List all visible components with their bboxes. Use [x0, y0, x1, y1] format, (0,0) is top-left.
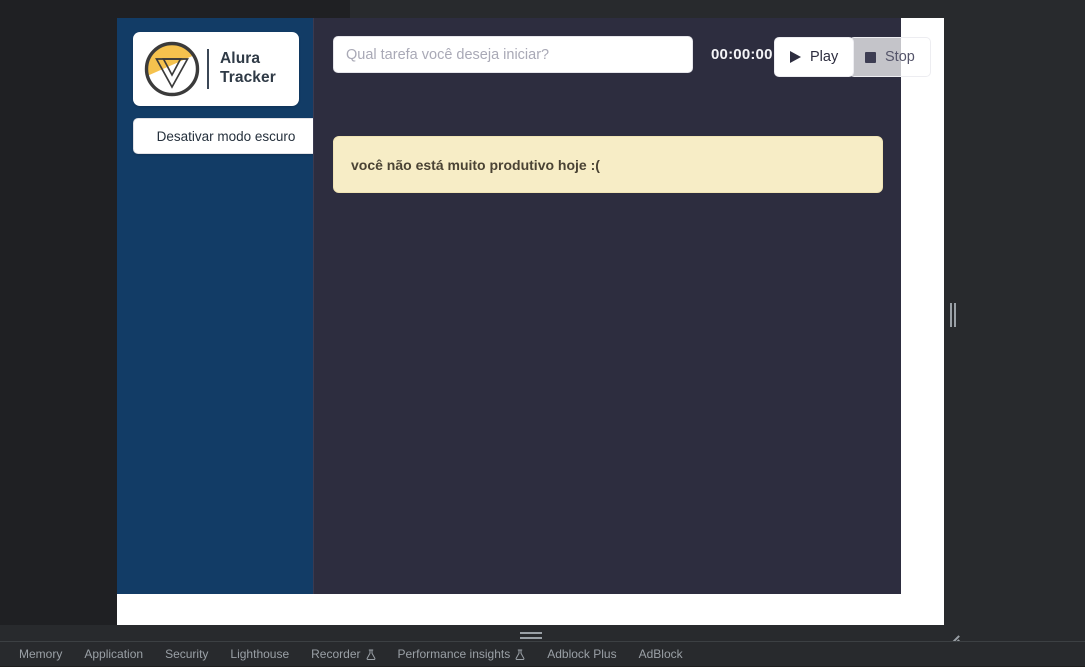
devtools-tab-adblock-plus[interactable]: Adblock Plus [536, 642, 627, 667]
sidebar: Alura Tracker Desativar modo escuro [117, 18, 319, 594]
alura-tracker-app: Alura Tracker Desativar modo escuro 00:0… [117, 18, 931, 594]
experiment-flask-icon [515, 649, 525, 660]
status-message-banner: você não está muito produtivo hoje :( [333, 136, 883, 193]
devtools-tab-label: Adblock Plus [547, 646, 617, 661]
stop-button-label: Stop [885, 49, 915, 65]
devtools-tab-memory[interactable]: Memory [8, 642, 73, 667]
status-message-text: você não está muito produtivo hoje :( [351, 156, 600, 173]
devtools-tab-label: Application [84, 646, 144, 661]
resizer-bar [954, 303, 956, 327]
devtools-tab-application[interactable]: Application [73, 642, 154, 667]
play-button-label: Play [810, 49, 839, 65]
alura-v-logo-icon [143, 40, 201, 98]
devtools-drawer-toolbar [0, 625, 1085, 641]
devtools-horizontal-resizer[interactable] [520, 632, 542, 639]
main-content: 00:00:00 Play Stop você não está muito p… [313, 18, 931, 594]
experiment-flask-icon [366, 649, 376, 660]
resizer-bar [950, 303, 952, 327]
logo-divider [207, 49, 209, 89]
devtools-tab-security[interactable]: Security [154, 642, 219, 667]
devtools-shell: Alura Tracker Desativar modo escuro 00:0… [0, 0, 1085, 666]
stop-square-icon [865, 51, 876, 63]
grip-bar [520, 632, 542, 634]
devtools-tab-performance-insights[interactable]: Performance insights [387, 642, 537, 667]
devtools-tab-lighthouse[interactable]: Lighthouse [219, 642, 300, 667]
devtools-vertical-resizer[interactable] [948, 0, 958, 630]
play-button[interactable]: Play [774, 37, 855, 77]
stop-button[interactable]: Stop [849, 37, 931, 77]
logo-line-1: Alura [220, 50, 261, 68]
timer-readout: 00:00:00 [711, 46, 773, 63]
devtools-tab-label: Security [165, 646, 209, 661]
devtools-tab-label: Lighthouse [230, 646, 290, 661]
play-triangle-icon [790, 51, 801, 63]
toggle-dark-mode-button[interactable]: Desativar modo escuro [133, 118, 319, 154]
devtools-tab-adblock[interactable]: AdBlock [628, 642, 694, 667]
devtools-tab-strip: Memory Application Security Lighthouse Recor… [0, 641, 1085, 666]
task-input[interactable] [333, 36, 693, 73]
devtools-tab-label: AdBlock [638, 646, 683, 661]
grip-bar [520, 637, 542, 639]
inspected-page-viewport: Alura Tracker Desativar modo escuro 00:0… [117, 18, 944, 625]
app-logo: Alura Tracker [133, 32, 299, 106]
devtools-tab-label: Recorder [311, 646, 361, 661]
devtools-tab-label: Memory [19, 646, 63, 661]
devtools-tab-recorder[interactable]: Recorder [300, 642, 386, 667]
devtools-tab-label: Performance insights [397, 646, 511, 661]
logo-wordmark: Alura Tracker [220, 50, 276, 88]
logo-line-2: Tracker [220, 69, 276, 86]
